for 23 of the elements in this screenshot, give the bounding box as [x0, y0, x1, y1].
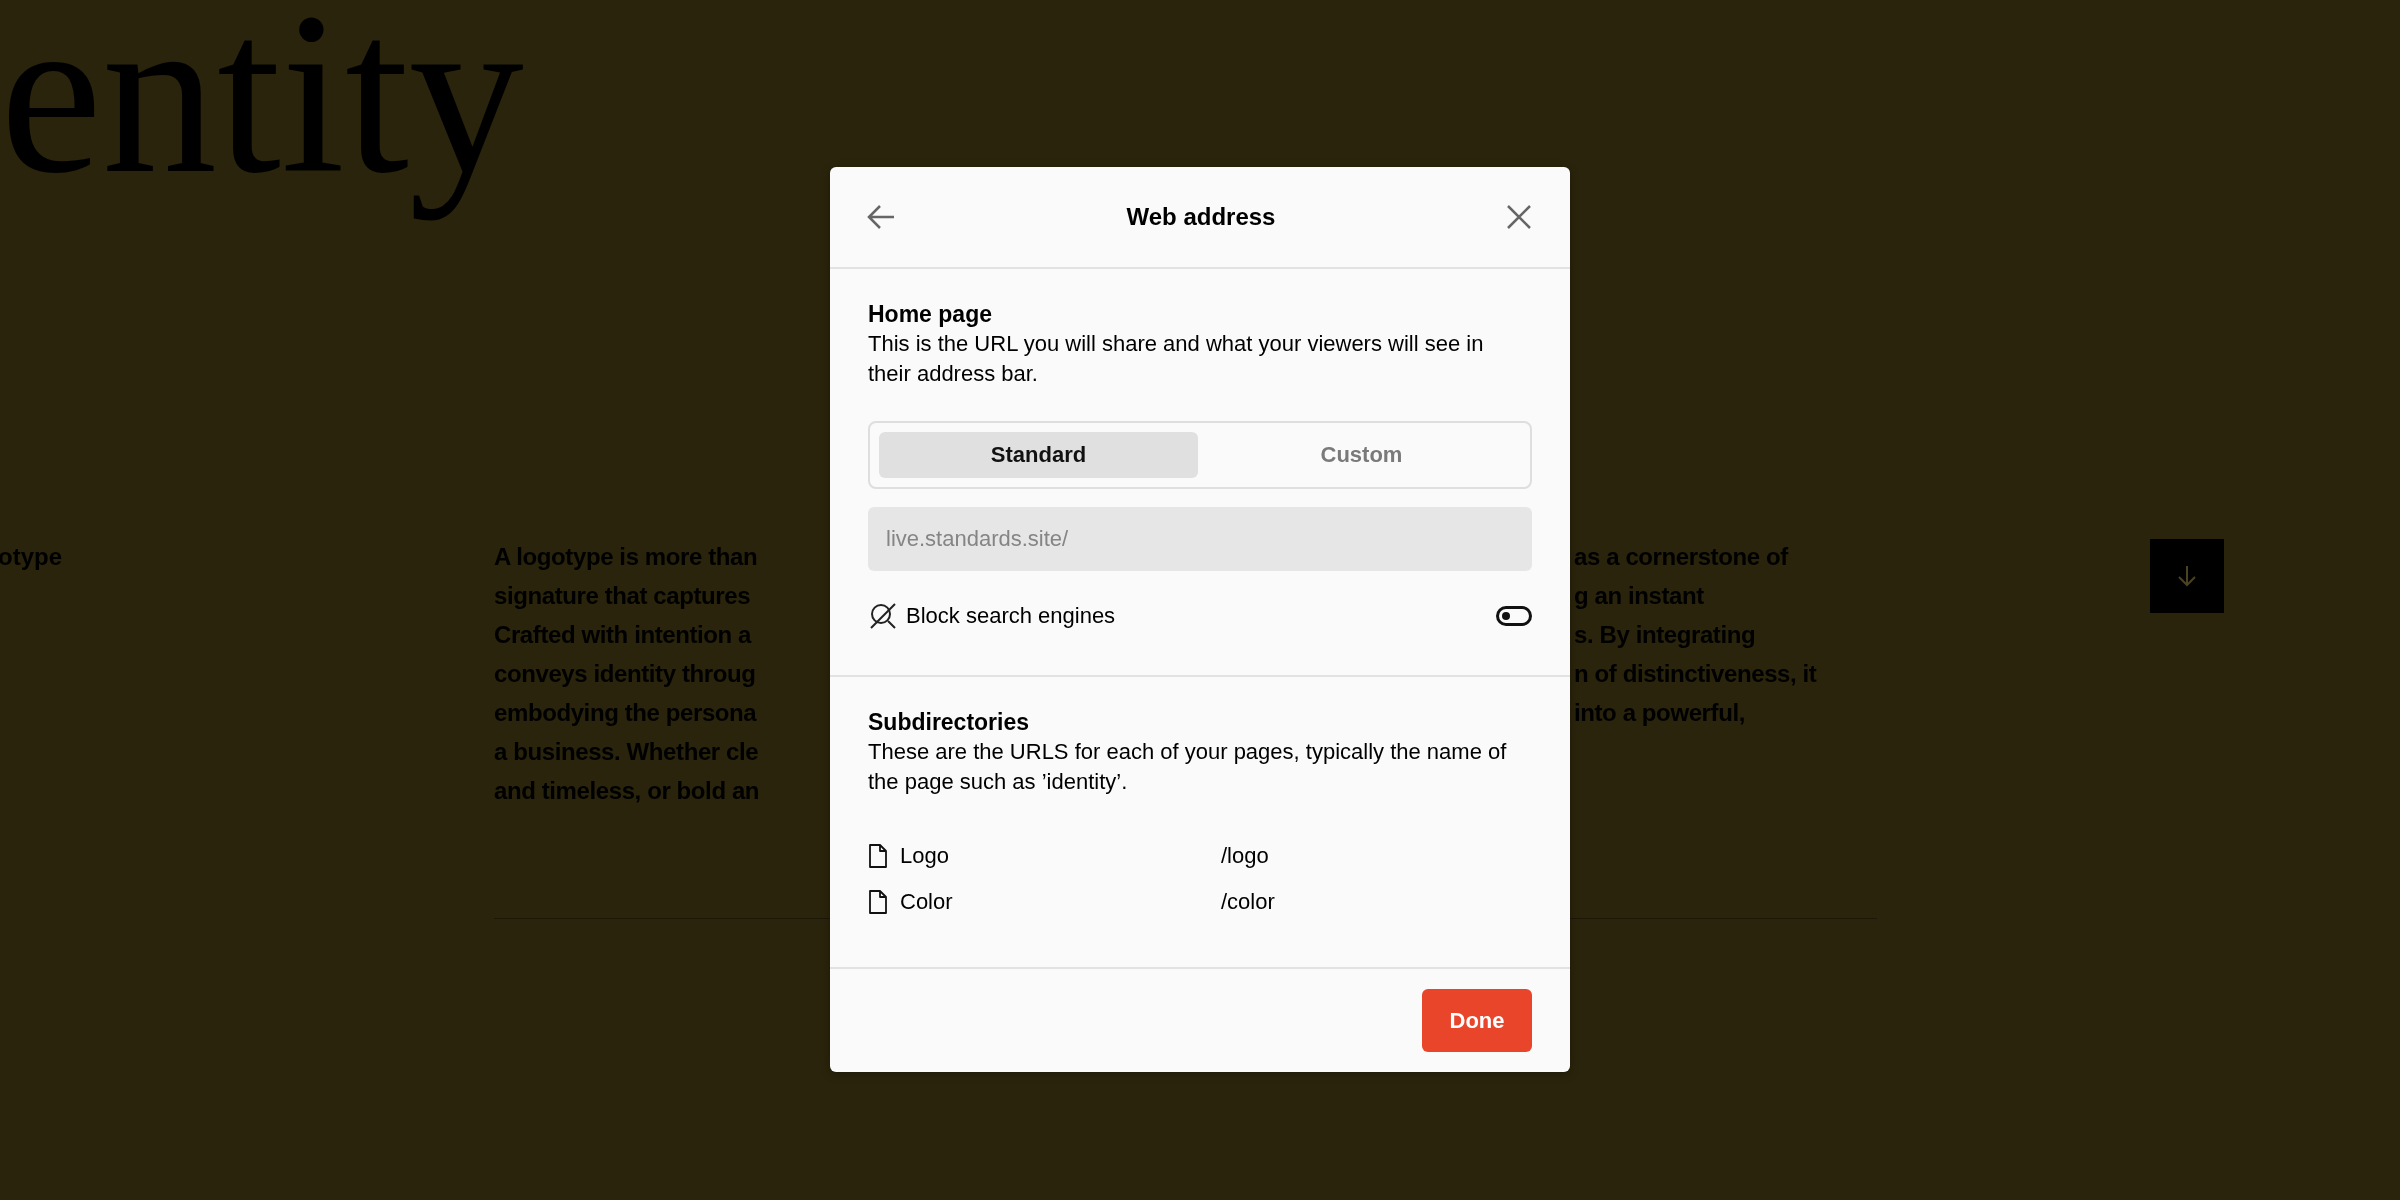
close-icon: [1506, 204, 1532, 230]
page-name: Color: [900, 888, 953, 916]
toggle-switch[interactable]: [1496, 606, 1532, 626]
toggle-label: Block search engines: [906, 603, 1117, 629]
done-button[interactable]: Done: [1422, 989, 1532, 1052]
section-heading: Home page: [868, 300, 993, 329]
down-arrow-icon: [2176, 564, 2198, 588]
close-button[interactable]: [1506, 204, 1532, 230]
page-name: Logo: [900, 842, 949, 870]
url-field[interactable]: live.standards.site/: [868, 507, 1532, 571]
back-arrow-icon: [866, 204, 896, 230]
file-icon: [868, 844, 888, 868]
section-heading: Subdirectories: [868, 708, 1031, 737]
section-description: These are the URLS for each of your pages, typically the name of the page such as ’identity’.: [868, 738, 1508, 796]
segment-tab[interactable]: Standard: [879, 432, 1198, 478]
back-button[interactable]: [866, 204, 896, 230]
section-description: This is the URL you will share and what your viewers will see in their address bar.: [868, 330, 1485, 388]
page-path: /color: [1221, 888, 1275, 916]
search-off-icon: [868, 601, 898, 631]
page-path: /logo: [1221, 842, 1269, 870]
file-icon: [868, 890, 888, 914]
segment-tab[interactable]: Custom: [1202, 432, 1521, 478]
dialog-title: Web address: [1126, 203, 1276, 231]
